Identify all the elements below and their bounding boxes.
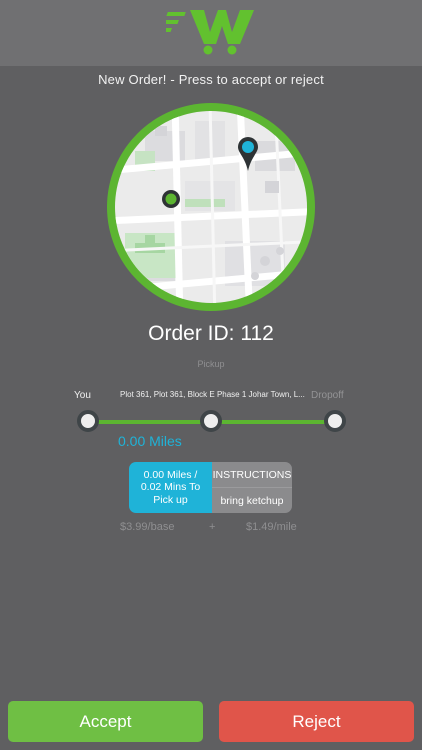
map-pin-icon [238, 137, 258, 171]
pickup-label: Pickup [197, 359, 225, 369]
order-info-card: 0.00 Miles / 0.02 Mins To Pick up INSTRU… [129, 462, 292, 513]
app-header [0, 0, 422, 66]
instructions-text: bring ketchup [212, 487, 292, 513]
accept-button[interactable]: Accept [8, 701, 203, 742]
eta-line-1: 0.00 Miles / [143, 468, 198, 481]
location-dot-icon [162, 190, 180, 208]
cart-w-logo-icon [166, 10, 254, 55]
base-price: $3.99/base [120, 521, 175, 533]
instructions-box: INSTRUCTIONS bring ketchup [212, 462, 292, 513]
pickup-address: Plot 361, Plot 361, Block E Phase 1 Joha… [120, 390, 305, 399]
order-id-title: Order ID: 112 [148, 322, 274, 345]
per-mile-price: $1.49/mile [246, 521, 297, 533]
instructions-heading: INSTRUCTIONS [212, 468, 292, 481]
route-distance: 0.00 Miles [118, 433, 182, 449]
route-node-you [77, 410, 99, 432]
eta-line-3: Pick up [153, 493, 188, 506]
order-prompt: New Order! - Press to accept or reject [98, 72, 324, 87]
map-image [115, 111, 307, 303]
eta-box: 0.00 Miles / 0.02 Mins To Pick up [129, 462, 212, 513]
route-node-dropoff [324, 410, 346, 432]
route-node-pickup [200, 410, 222, 432]
eta-line-2: 0.02 Mins To [140, 481, 201, 494]
dropoff-label: Dropoff [311, 390, 344, 401]
reject-button[interactable]: Reject [219, 701, 414, 742]
price-plus-sign: + [209, 521, 216, 533]
you-label: You [74, 390, 91, 401]
map-view [107, 103, 315, 311]
